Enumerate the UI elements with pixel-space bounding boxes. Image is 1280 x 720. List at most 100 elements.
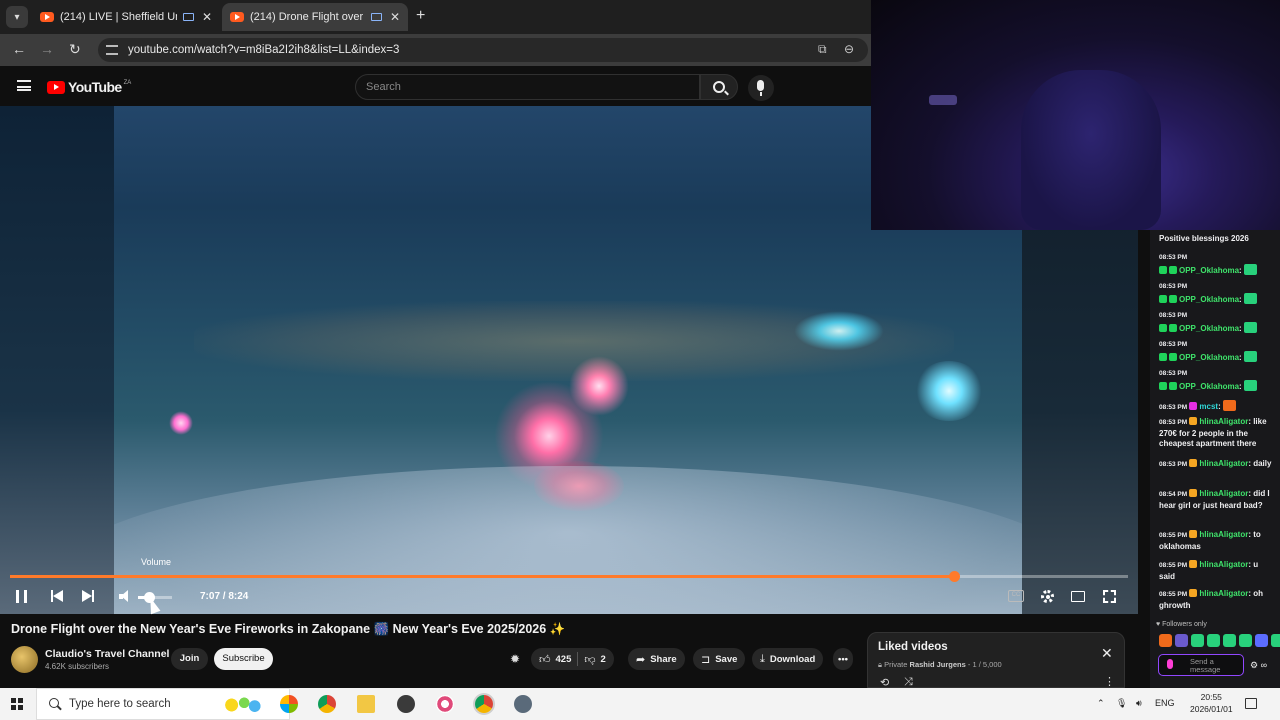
taskbar-search-box[interactable]: Type here to search [36, 688, 290, 720]
app-icon[interactable] [436, 695, 454, 713]
emote-icon[interactable] [1223, 634, 1236, 647]
close-tab-icon[interactable]: ✕ [202, 10, 212, 24]
more-actions-button[interactable]: ••• [833, 648, 853, 670]
copilot-icon[interactable] [280, 695, 298, 713]
pause-icon[interactable] [16, 590, 27, 603]
reload-icon[interactable]: ↻ [69, 41, 81, 58]
chrome-icon[interactable] [318, 695, 336, 713]
logo-wordmark: YouTube [68, 79, 122, 95]
emote-icon[interactable] [1159, 634, 1172, 647]
badge-icon [1189, 560, 1198, 568]
app-icon[interactable] [514, 695, 532, 713]
menu-icon[interactable] [17, 80, 31, 91]
playlist-owner[interactable]: Rashid Jurgens [910, 660, 966, 669]
chat-message: 08:53 PM hlinaAligator: daily [1159, 459, 1272, 468]
more-vert-icon[interactable]: ⋮ [1104, 675, 1115, 688]
download-button[interactable]: ⤓ Download [752, 648, 824, 670]
channel-avatar[interactable] [11, 646, 38, 673]
chat-username[interactable]: hlinaAligator [1199, 459, 1248, 468]
search-button[interactable] [700, 74, 738, 100]
tab-search-button[interactable]: ▾ [6, 6, 28, 28]
chat-username[interactable]: hlinaAligator [1199, 589, 1248, 598]
chat-username[interactable]: OPP_Oklahoma [1179, 324, 1239, 333]
page-scrollbar[interactable] [1138, 230, 1150, 688]
playlist-title[interactable]: Liked videos [878, 641, 948, 653]
channel-name[interactable]: Claudio's Travel Channel [45, 648, 169, 660]
chat-message: OPP_Oklahoma: [1159, 322, 1276, 335]
emote-icon[interactable] [1175, 634, 1188, 647]
progress-bar[interactable] [10, 571, 1128, 582]
cast-icon [370, 13, 382, 21]
chat-username[interactable]: hlinaAligator [1199, 417, 1248, 426]
emote-icon[interactable] [1239, 634, 1252, 647]
voice-input-icon[interactable] [1167, 659, 1173, 669]
voice-search-button[interactable] [748, 75, 774, 101]
chat-username[interactable]: OPP_Oklahoma [1179, 295, 1239, 304]
emote-icon[interactable] [1207, 634, 1220, 647]
chat-message: OPP_Oklahoma: [1159, 380, 1276, 393]
emote-icon[interactable] [1191, 634, 1204, 647]
close-tab-icon[interactable]: ✕ [390, 10, 400, 24]
notification-icon[interactable] [1245, 698, 1257, 709]
emote-icon [1223, 400, 1236, 411]
back-arrow-icon[interactable]: ← [12, 41, 26, 57]
chat-timestamp: 08:53 PM [1159, 404, 1188, 411]
join-button[interactable]: Join [171, 648, 208, 670]
volume-icon[interactable] [119, 590, 133, 603]
like-count[interactable]: 425 [556, 654, 572, 665]
emote-icon[interactable] [1271, 634, 1280, 647]
hype-icon[interactable]: ✹ [510, 652, 520, 666]
chat-timestamp: 08:53 PM [1159, 419, 1188, 426]
tray-expand-icon[interactable]: ⌃ [1097, 698, 1105, 709]
chat-username[interactable]: OPP_Oklahoma [1179, 266, 1239, 275]
chat-username[interactable]: OPP_Oklahoma [1179, 382, 1239, 391]
dislike-count[interactable]: 2 [601, 654, 606, 665]
share-button[interactable]: ➦ Share [628, 648, 685, 670]
chat-message: OPP_Oklahoma: [1159, 293, 1276, 306]
settings-gear-icon[interactable] [1041, 590, 1054, 603]
chat-settings-icon[interactable]: ⚙ ∞ [1250, 660, 1267, 671]
open-in-app-icon[interactable]: ⧉ [818, 42, 827, 57]
theater-mode-icon[interactable] [1071, 591, 1085, 602]
chat-username[interactable]: OPP_Oklahoma [1179, 353, 1239, 362]
youtube-logo[interactable]: YouTube ZA [47, 79, 131, 95]
volume-tooltip: Volume [141, 557, 172, 567]
playlist-meta: 🔒︎ Private Rashid Jurgens - 1 / 5,000 [878, 660, 1002, 670]
site-info-icon[interactable] [106, 45, 118, 55]
browser-tab-sheffield[interactable]: (214) LIVE | Sheffield United ✕ [32, 3, 220, 31]
next-icon[interactable] [82, 589, 94, 603]
browser-tab-drone-flight[interactable]: (214) Drone Flight over the ✕ [222, 3, 408, 31]
thumbs-down-icon[interactable]: 👎︎ [584, 653, 595, 666]
microphone-tray-icon[interactable]: 🎙︎ [1116, 698, 1127, 709]
previous-icon[interactable] [51, 589, 63, 603]
emote-icon [1243, 380, 1257, 391]
language-indicator[interactable]: ENG [1155, 698, 1175, 708]
subscribe-button[interactable]: Subscribe [214, 648, 273, 670]
chat-message-input[interactable]: Send a message [1158, 654, 1244, 676]
chat-input-placeholder: Send a message [1190, 657, 1221, 674]
forward-arrow-icon[interactable]: → [40, 41, 54, 57]
cast-icon [182, 13, 194, 21]
thumbs-up-icon[interactable]: 👍︎ [539, 653, 551, 666]
address-bar[interactable]: youtube.com/watch?v=m8iBa2I2ih8&list=LL&… [98, 38, 868, 62]
taskbar-clock[interactable]: 20:55 2026/01/01 [1190, 691, 1233, 715]
windows-start-icon[interactable] [11, 698, 23, 710]
emote-icon[interactable] [1255, 634, 1268, 647]
file-explorer-icon[interactable] [357, 695, 375, 713]
chrome-active-icon[interactable] [475, 695, 493, 713]
chat-username[interactable]: hlinaAligator [1199, 489, 1248, 498]
pillarbox-left [0, 106, 114, 614]
save-button[interactable]: ⊐ Save [693, 648, 746, 670]
close-icon[interactable]: ✕ [1101, 645, 1113, 662]
obs-icon[interactable] [397, 695, 415, 713]
chat-username[interactable]: mcst [1199, 402, 1218, 411]
new-tab-button[interactable]: + [416, 7, 425, 25]
chat-username[interactable]: hlinaAligator [1199, 530, 1248, 539]
speaker-icon[interactable]: 🔊︎ [1136, 698, 1142, 709]
chat-username[interactable]: hlinaAligator [1199, 560, 1248, 569]
captions-icon[interactable]: CC [1008, 590, 1024, 602]
zoom-icon[interactable]: ⊖ [844, 42, 854, 56]
search-input[interactable]: Search [355, 74, 700, 100]
share-label: Share [650, 653, 677, 665]
followers-only-label: Followers only [1162, 621, 1207, 628]
